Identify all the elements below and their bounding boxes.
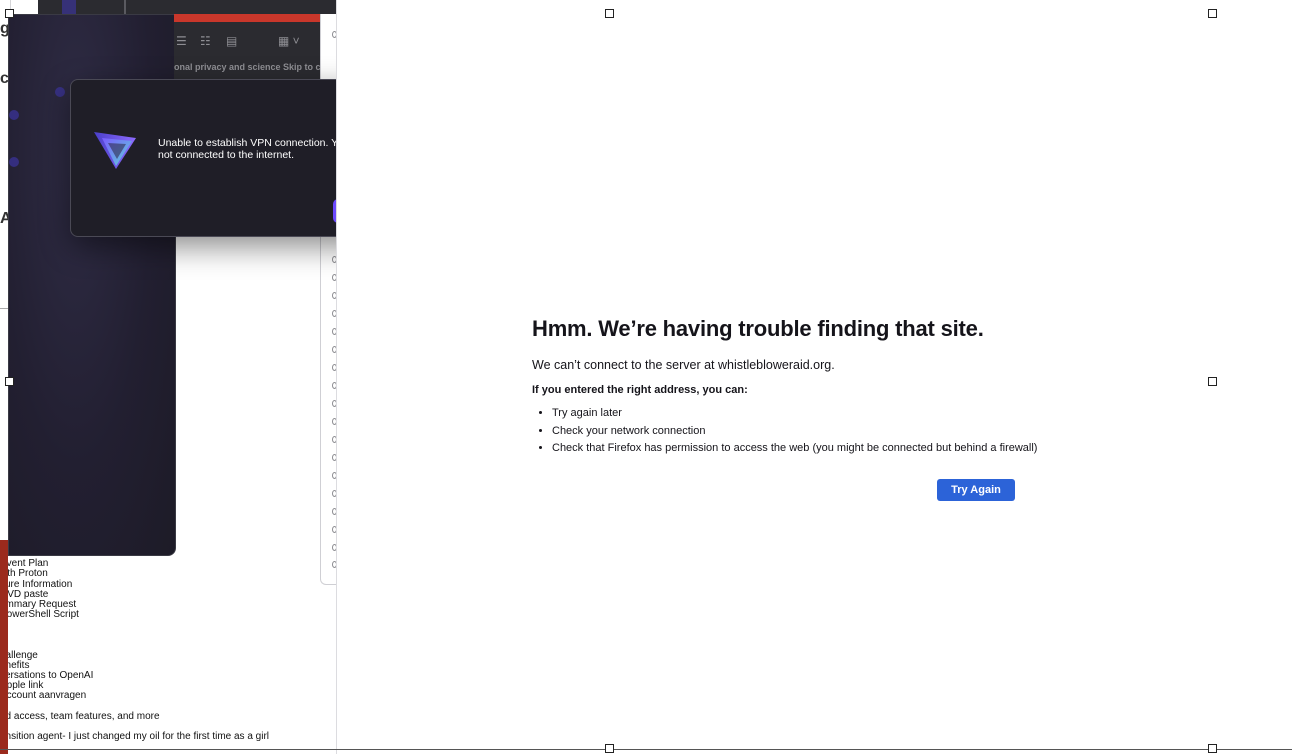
list-item: PowerShell Script (0, 609, 79, 620)
map-server-dot (9, 110, 19, 120)
tab-highlight (174, 14, 320, 22)
list-item: Account aanvragen (0, 690, 87, 701)
map-server-dot (9, 157, 19, 167)
error-title: Hmm. We’re having trouble finding that s… (532, 316, 984, 341)
columns-icon[interactable]: ☷ (200, 34, 211, 48)
resize-handle-top-right[interactable] (1208, 9, 1217, 18)
list-item: ed access, team features, and more (0, 711, 160, 722)
suggestion-item: Try again later (552, 405, 1037, 423)
divider (0, 308, 8, 309)
resize-handle-right[interactable] (1208, 377, 1217, 386)
resize-handle-top[interactable] (605, 9, 614, 18)
layout-icon[interactable]: ▤ (226, 34, 237, 48)
background-red-strip (0, 540, 8, 754)
map-server-dot (55, 87, 65, 97)
resize-handle-left[interactable] (5, 377, 14, 386)
resize-handle-bottom-right[interactable] (1208, 744, 1217, 753)
proton-vpn-logo-icon (92, 129, 138, 176)
error-description: We can’t connect to the server at whistl… (532, 358, 835, 372)
resize-handle-top-left[interactable] (5, 9, 14, 18)
url-fragment: onal privacy and science Skip to c (174, 62, 320, 72)
background-list: aint Framework Event Plan vith Proton su… (0, 548, 335, 754)
selection-frame-bottom (0, 749, 1292, 750)
suggestions-list: Try again later Check your network conne… (532, 405, 1037, 458)
background-browser-toolbar: ☰ ☷ ▤ ▦ ˅ onal privacy and science Skip … (174, 14, 334, 80)
suggestion-item: Check that Firefox has permission to acc… (552, 440, 1037, 458)
browser-error-page: Hmm. We’re having trouble finding that s… (336, 0, 1292, 754)
resize-handle-bottom[interactable] (605, 744, 614, 753)
list-item: ensition agent- I just changed my oil fo… (0, 731, 270, 742)
titlebar-accent (62, 0, 76, 14)
suggestion-item: Check your network connection (552, 423, 1037, 441)
divider (124, 0, 126, 14)
suggestions-heading: If you entered the right address, you ca… (532, 384, 748, 396)
sidebar-icon[interactable]: ☰ (176, 34, 187, 48)
grid-icon[interactable]: ▦ ˅ (278, 34, 300, 48)
try-again-button[interactable]: Try Again (937, 479, 1015, 501)
